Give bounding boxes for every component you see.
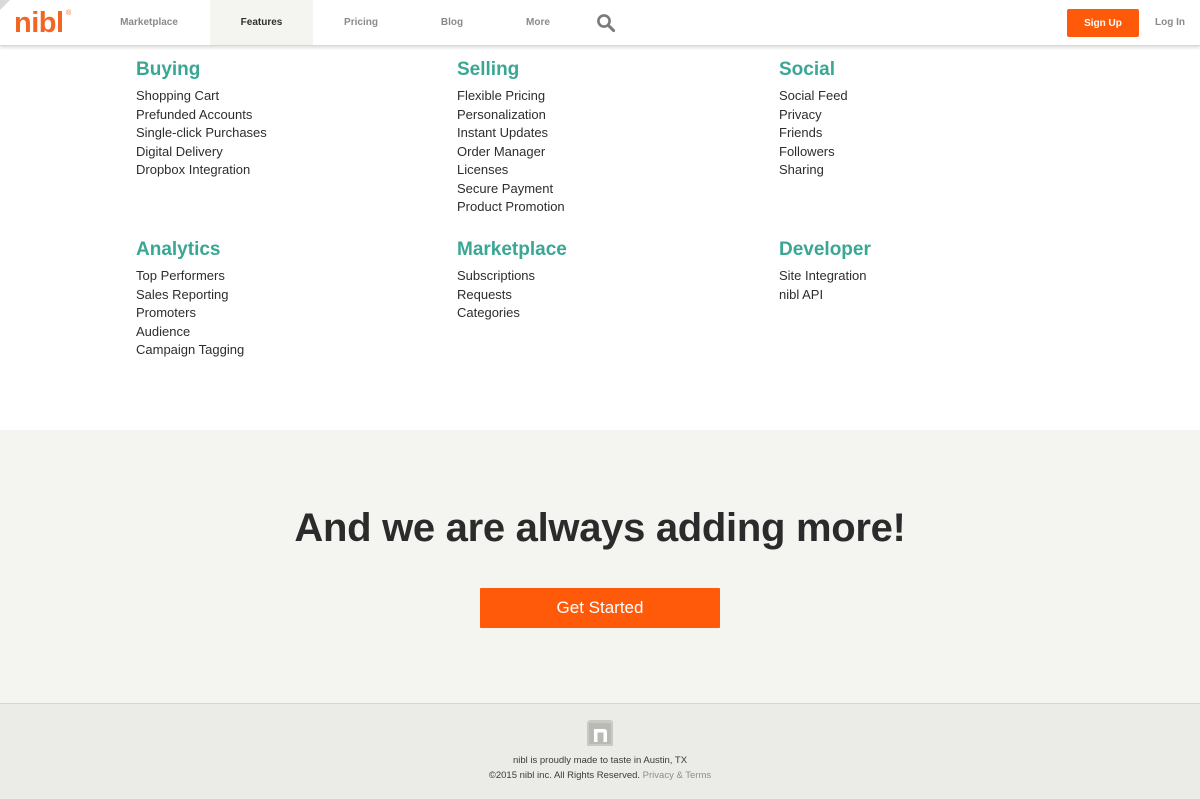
feature-group-title: Developer: [779, 239, 871, 260]
feature-link[interactable]: Licenses: [457, 161, 757, 180]
feature-link[interactable]: Requests: [457, 286, 757, 305]
feature-link[interactable]: Site Integration: [779, 267, 1079, 286]
privacy-terms-link[interactable]: Privacy & Terms: [643, 770, 711, 781]
feature-link[interactable]: Social Feed: [779, 87, 1079, 106]
feature-link[interactable]: Single-click Purchases: [136, 124, 436, 143]
feature-link[interactable]: Instant Updates: [457, 124, 757, 143]
feature-link[interactable]: Shopping Cart: [136, 87, 436, 106]
sign-up-button[interactable]: Sign Up: [1067, 9, 1139, 37]
get-started-button[interactable]: Get Started: [480, 588, 720, 628]
feature-group-selling: Selling Flexible Pricing Personalization…: [457, 59, 757, 217]
corner-fold: [0, 0, 10, 10]
registered-mark: ®: [66, 10, 72, 17]
feature-group-title: Selling: [457, 59, 520, 80]
feature-link[interactable]: Sales Reporting: [136, 286, 436, 305]
feature-link[interactable]: Digital Delivery: [136, 143, 436, 162]
footer-made-in: nibl is proudly made to taste in Austin,…: [512, 755, 688, 766]
feature-link[interactable]: Followers: [779, 143, 1079, 162]
nav-features[interactable]: Features: [210, 0, 313, 45]
log-in-link[interactable]: Log In: [1148, 0, 1192, 45]
feature-link[interactable]: Product Promotion: [457, 198, 757, 217]
nibl-n-icon: [587, 720, 613, 746]
nav-blog[interactable]: Blog: [428, 0, 476, 45]
feature-group-social: Social Social Feed Privacy Friends Follo…: [779, 59, 1079, 180]
feature-group-title: Social: [779, 59, 835, 80]
feature-link[interactable]: Flexible Pricing: [457, 87, 757, 106]
cta-heading: And we are always adding more!: [294, 506, 906, 550]
feature-group-buying: Buying Shopping Cart Prefunded Accounts …: [136, 59, 436, 180]
nav-marketplace[interactable]: Marketplace: [102, 0, 196, 45]
feature-link[interactable]: Subscriptions: [457, 267, 757, 286]
feature-link[interactable]: Categories: [457, 304, 757, 323]
feature-link[interactable]: Privacy: [779, 106, 1079, 125]
feature-group-title: Analytics: [136, 239, 221, 260]
footer: nibl is proudly made to taste in Austin,…: [0, 703, 1200, 799]
page: nibl ® Marketplace Features Pricing Blog…: [0, 0, 1200, 799]
footer-copyright: ©2015 nibl inc. All Rights Reserved.: [488, 770, 641, 781]
nibl-logo[interactable]: nibl: [14, 6, 64, 40]
feature-group-marketplace: Marketplace Subscriptions Requests Categ…: [457, 239, 757, 323]
nav-more[interactable]: More: [514, 0, 562, 45]
feature-link[interactable]: Promoters: [136, 304, 436, 323]
feature-group-developer: Developer Site Integration nibl API: [779, 239, 1079, 304]
nav-pricing[interactable]: Pricing: [330, 0, 392, 45]
feature-group-title: Buying: [136, 59, 201, 80]
feature-link[interactable]: Sharing: [779, 161, 1079, 180]
feature-link[interactable]: Dropbox Integration: [136, 161, 436, 180]
feature-link[interactable]: Campaign Tagging: [136, 341, 436, 360]
cta-section: And we are always adding more! Get Start…: [0, 430, 1200, 703]
top-nav-bar: nibl ® Marketplace Features Pricing Blog…: [0, 0, 1200, 46]
feature-link[interactable]: nibl API: [779, 286, 1079, 305]
search-icon[interactable]: [596, 13, 616, 33]
feature-group-title: Marketplace: [457, 239, 567, 260]
feature-link[interactable]: Top Performers: [136, 267, 436, 286]
feature-link[interactable]: Friends: [779, 124, 1079, 143]
footer-copyright-line: ©2015 nibl inc. All Rights Reserved. Pri…: [0, 770, 1200, 781]
feature-link[interactable]: Order Manager: [457, 143, 757, 162]
feature-link[interactable]: Secure Payment: [457, 180, 757, 199]
feature-link[interactable]: Audience: [136, 323, 436, 342]
feature-group-analytics: Analytics Top Performers Sales Reporting…: [136, 239, 436, 360]
feature-link[interactable]: Personalization: [457, 106, 757, 125]
feature-link[interactable]: Prefunded Accounts: [136, 106, 436, 125]
